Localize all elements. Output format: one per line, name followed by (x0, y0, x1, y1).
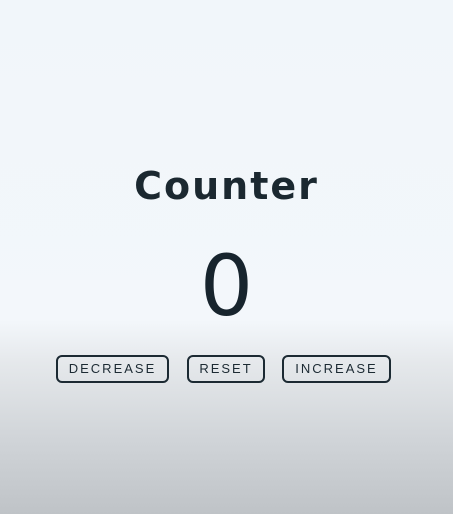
button-row: DECREASE RESET INCREASE (0, 355, 453, 383)
page-title: Counter (134, 164, 319, 208)
counter-value: 0 (199, 237, 254, 335)
decrease-button[interactable]: DECREASE (56, 355, 169, 383)
increase-button[interactable]: INCREASE (282, 355, 391, 383)
reset-button[interactable]: RESET (187, 355, 265, 383)
counter-app: Counter 0 DECREASE RESET INCREASE (0, 0, 453, 514)
